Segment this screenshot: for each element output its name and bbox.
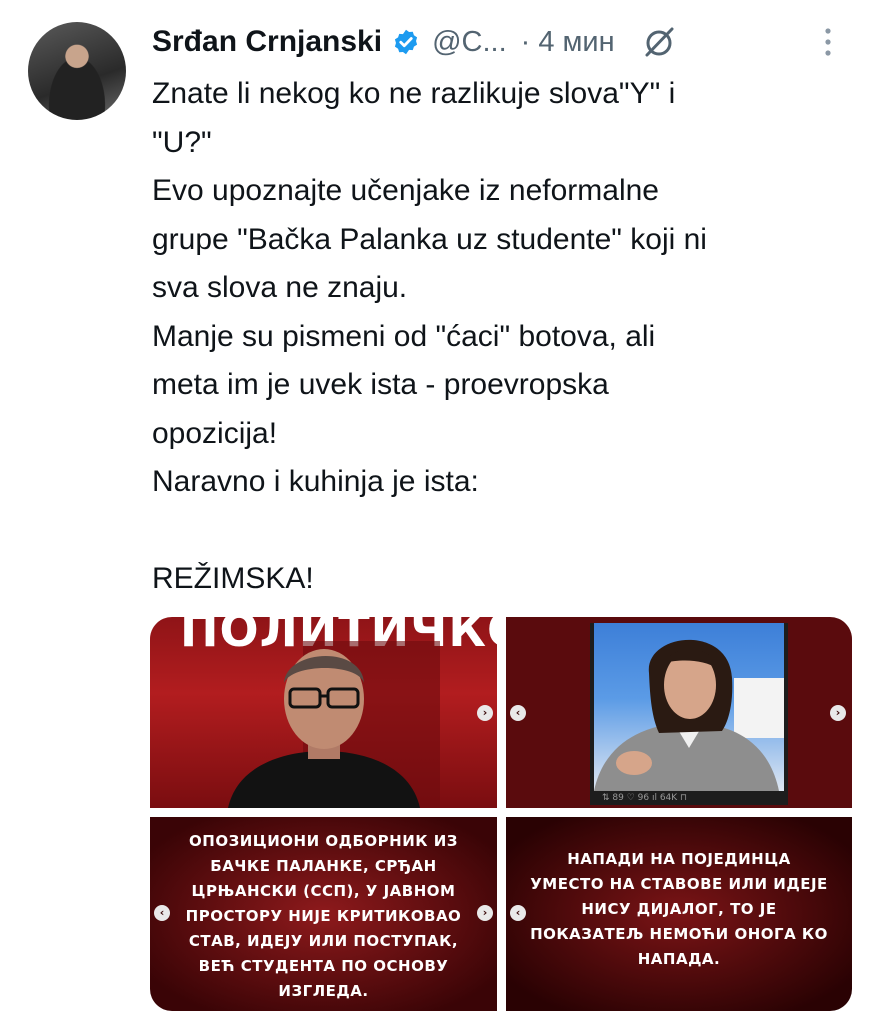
media-image-3[interactable]: ОПОЗИЦИОНИ ОДБОРНИК ИЗ БАЧКЕ ПАЛАНКЕ, СР… [150, 817, 497, 1011]
author-avatar[interactable] [28, 22, 126, 120]
caption-line: СТАВ, ИДЕЈУ ИЛИ ПОСТУПАК, [188, 932, 459, 950]
author-name[interactable]: Srđan Crnjanski [152, 25, 382, 59]
caption-line: ПРОСТОРУ НИЈЕ КРИТИКОВАО [185, 907, 462, 925]
person-photo [228, 641, 440, 808]
media-image-4[interactable]: НАПАДИ НА ПОЈЕДИНЦА УМЕСТО НА СТАВОВЕ ИЛ… [506, 817, 852, 1011]
image-caption: НАПАДИ НА ПОЈЕДИНЦА УМЕСТО НА СТАВОВЕ ИЛ… [516, 847, 842, 972]
tweet-text-line: opozicija! [152, 416, 278, 450]
caption-line: НАПАДА. [637, 950, 721, 968]
chevron-left-icon[interactable]: ‹ [510, 905, 526, 921]
tweet-text-line: REŽIMSKA! [152, 561, 314, 595]
tweet-timestamp[interactable]: 4 мин [538, 26, 614, 59]
tweet-text-line: sva slova ne znaju. [152, 271, 408, 304]
caption-line: ОПОЗИЦИОНИ ОДБОРНИК ИЗ [189, 832, 458, 850]
tweet-text-line: Naravno i kuhinja je ista: [152, 465, 479, 498]
grok-icon[interactable] [641, 24, 677, 60]
author-handle[interactable]: @C... [432, 26, 507, 59]
tv-stats: ⇅ 89 ♡ 96 ıl 64K ⊓ [602, 793, 688, 803]
verified-badge-icon [394, 29, 418, 55]
tweet-text-line: Evo upoznajte učenjake iz neformalne [152, 174, 659, 207]
chevron-right-icon[interactable]: › [477, 905, 493, 921]
chevron-left-icon[interactable]: ‹ [154, 905, 170, 921]
caption-line: ЦРЊАНСКИ (ССП), У ЈАВНОМ [191, 882, 456, 900]
tv-screen [594, 623, 784, 791]
media-grid: ПОЛИТИЧКО › ⇅ 89 ♡ 96 ıl 64K ⊓ ‹ › ОПОЗИ… [150, 617, 852, 1011]
caption-line: ВЕЋ СТУДЕНТА ПО ОСНОВУ [198, 957, 449, 975]
chevron-right-icon[interactable]: › [477, 705, 493, 721]
image-caption: ОПОЗИЦИОНИ ОДБОРНИК ИЗ БАЧКЕ ПАЛАНКЕ, СР… [160, 829, 487, 1004]
person-photo [594, 639, 784, 791]
caption-line: БАЧКЕ ПАЛАНКЕ, СРЂАН [210, 857, 437, 875]
caption-line: ИЗГЛЕДА. [278, 982, 369, 1000]
tweet-text-line [152, 507, 852, 555]
media-image-1[interactable]: ПОЛИТИЧКО › [150, 617, 497, 808]
caption-line: НИСУ ДИЈАЛОГ, ТО ЈЕ [581, 900, 777, 918]
caption-line: УМЕСТО НА СТАВОВЕ ИЛИ ИДЕЈЕ [530, 875, 828, 893]
caption-line: ПОКАЗАТЕЉ НЕМОЋИ ОНОГА КО [530, 925, 828, 943]
tweet-text-line: Manje su pismeni od "ćaci" botova, ali [152, 319, 656, 353]
separator-dot: · [520, 25, 531, 58]
chevron-right-icon[interactable]: › [830, 705, 846, 721]
media-image-2[interactable]: ⇅ 89 ♡ 96 ıl 64K ⊓ ‹ › [506, 617, 852, 808]
caption-line: НАПАДИ НА ПОЈЕДИНЦА [567, 850, 791, 868]
tweet-text: Znate li nekog ko ne razlikuje slova"Y" … [152, 70, 852, 603]
tweet-text-line: meta im je uvek ista - proevropska [152, 368, 609, 401]
tweet-text-line: "U?" [152, 125, 212, 159]
tweet-text-line: Znate li nekog ko ne razlikuje slova"Y" … [152, 77, 676, 110]
more-vertical-icon[interactable] [818, 24, 838, 64]
tweet-header: Srđan Crnjanski @C... · 4 мин [152, 20, 677, 64]
tv-screenshot: ⇅ 89 ♡ 96 ıl 64K ⊓ [590, 623, 788, 805]
tweet-text-line: grupe "Bačka Palanka uz studente" koji n… [152, 222, 707, 256]
chevron-left-icon[interactable]: ‹ [510, 705, 526, 721]
